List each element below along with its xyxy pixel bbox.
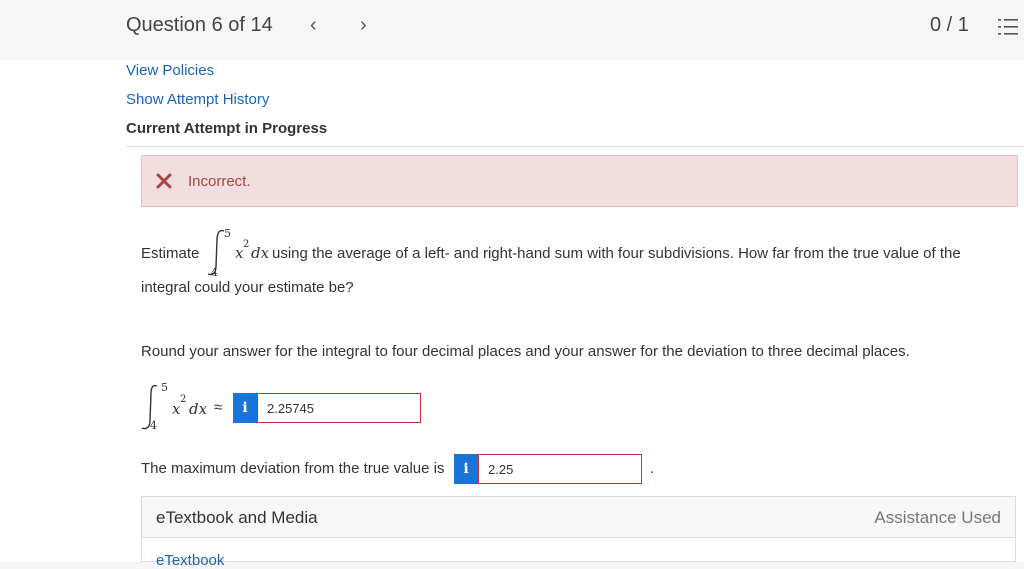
answer-integral-lower: 4 [150, 419, 157, 432]
chevron-left-icon[interactable]: ‹ [310, 14, 317, 37]
question-line-1: using the average of a left- and right-h… [272, 245, 961, 262]
feedback-text: Incorrect. [188, 173, 251, 190]
etextbook-header[interactable]: eTextbook and Media Assistance Used [142, 497, 1015, 538]
assistance-used-label: Assistance Used [874, 508, 1001, 527]
rounding-instruction: Round your answer for the integral to fo… [141, 343, 910, 360]
view-policies-link[interactable]: View Policies [126, 62, 214, 79]
question-counter: Question 6 of 14 [126, 14, 273, 36]
answer-integrand-exponent: 2 [180, 394, 187, 405]
etextbook-title: eTextbook and Media [156, 508, 318, 527]
feedback-banner [141, 155, 1018, 207]
integrand-differential: dx [251, 244, 270, 262]
answer-integral-upper: 5 [161, 381, 168, 394]
etextbook-link[interactable]: eTextbook [156, 552, 224, 569]
question-line-2: integral could your estimate be? [141, 279, 354, 296]
deviation-answer-input[interactable] [478, 454, 642, 484]
show-attempt-history-link[interactable]: Show Attempt History [126, 91, 269, 108]
score-display: 0 / 1 [930, 14, 969, 36]
trailing-period: . [650, 460, 655, 477]
x-mark-icon [156, 173, 172, 189]
integral-lower-limit: 4 [211, 266, 218, 279]
info-button[interactable]: i [233, 393, 257, 423]
etextbook-panel: eTextbook and Media Assistance Used eTex… [141, 496, 1016, 569]
deviation-label: The maximum deviation from the true valu… [141, 460, 445, 477]
chevron-right-icon[interactable]: › [360, 14, 367, 37]
attempt-status: Current Attempt in Progress [126, 120, 328, 137]
numbered-list-icon[interactable] [998, 18, 1018, 36]
approx-symbol: ≈ [214, 399, 223, 416]
question-header: Question 6 of 14 ‹ › 0 / 1 [0, 0, 1024, 60]
integral-upper-limit: 5 [224, 227, 231, 240]
info-button[interactable]: i [454, 454, 478, 484]
estimate-word: Estimate [141, 245, 200, 262]
divider [126, 146, 1024, 147]
integral-answer-input[interactable] [257, 393, 421, 423]
answer-differential: dx [189, 400, 208, 418]
question-content: View Policies Show Attempt History Curre… [0, 60, 1024, 569]
integrand-exponent: 2 [243, 239, 250, 250]
